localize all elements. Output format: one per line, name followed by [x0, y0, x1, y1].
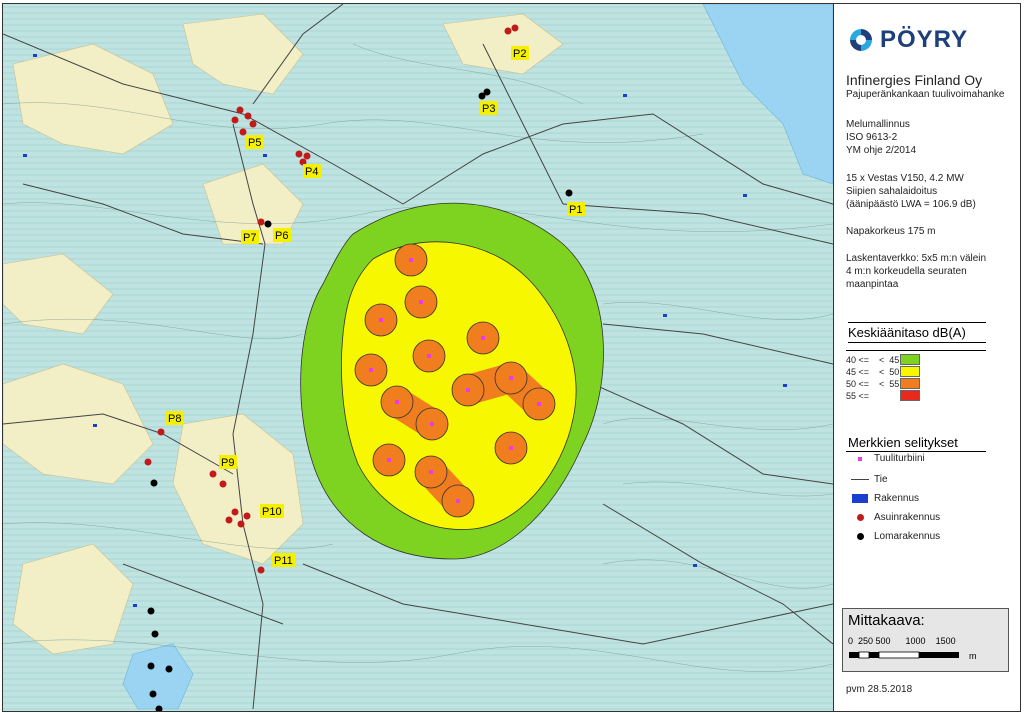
hub-height: Napakorkeus 175 m [846, 226, 936, 237]
map-date: pvm 28.5.2018 [846, 684, 913, 695]
turbine-marker [466, 388, 470, 392]
turbine-marker [395, 400, 399, 404]
legend-label: Asuinrakennus [874, 512, 941, 523]
point-label: P9 [221, 457, 234, 469]
modeling-line-1: Melumallinnus [846, 119, 910, 130]
legend-holiday-home: Lomarakennus [846, 531, 940, 542]
map-canvas: P1 P2 P3 P4 P5 P6 P7 P8 P9 P10 P11 [3, 4, 833, 711]
legend-road: Tie [846, 474, 888, 485]
company-name: Infinergies Finland Oy [846, 72, 983, 88]
turbine-icon [846, 456, 874, 461]
legend-label: Lomarakennus [874, 531, 941, 542]
level-swatch [900, 378, 920, 389]
turbine-marker [509, 376, 513, 380]
point-label: P5 [248, 137, 261, 149]
grid-line-2: 4 m:n korkeudella seuraten [846, 266, 967, 277]
legend-turbine: Tuuliturbiini [846, 453, 925, 464]
turbine-marker [509, 446, 513, 450]
levels-divider [846, 350, 986, 351]
legend-residence: Asuinrakennus [846, 512, 940, 523]
road-icon [846, 479, 874, 480]
turbine-marker [429, 470, 433, 474]
levels-heading: Keskiäänitaso dB(A) [848, 322, 986, 343]
legend-label: Tie [874, 474, 888, 485]
point-label: P6 [275, 230, 288, 242]
grid-line-1: Laskentaverkko: 5x5 m:n välein [846, 253, 987, 264]
level-range: 45 <= < 50 [846, 366, 900, 377]
point-label: P2 [513, 48, 526, 60]
legend-label: Rakennus [874, 493, 920, 504]
symbols-heading: Merkkien selitykset [848, 435, 958, 450]
residence-icon [846, 514, 874, 521]
scale-unit: m [969, 651, 977, 661]
point-label: P8 [168, 413, 181, 425]
turbine-marker [537, 402, 541, 406]
turbine-marker [419, 300, 423, 304]
turbine-line-2: Siipien sahalaidoitus [846, 186, 938, 197]
company-logo: PÖYRY [848, 26, 968, 54]
symbols-divider [846, 451, 986, 452]
scale-box: Mittakaava: 0 250 500 1000 1500 m [842, 608, 1009, 672]
scale-ticks: 0 250 500 1000 1500 [848, 636, 956, 646]
scale-title: Mittakaava: [848, 612, 925, 629]
poyry-logo-icon [850, 29, 872, 51]
building-icon [846, 494, 874, 503]
level-range: 55 <= [846, 390, 870, 401]
turbine-marker [387, 458, 391, 462]
point-label: P11 [274, 555, 293, 567]
turbine-line-1: 15 x Vestas V150, 4.2 MW [846, 173, 964, 184]
level-swatch [900, 390, 920, 401]
level-range: 40 <= < 45 [846, 354, 900, 365]
project-name: Pajuperänkankaan tuulivoimahanke [846, 89, 1005, 100]
legend-panel: PÖYRY Infinergies Finland Oy Pajuperänka… [834, 3, 1021, 712]
point-label: P10 [262, 506, 282, 518]
point-label: P4 [305, 166, 318, 178]
point-label: P3 [482, 103, 495, 115]
holiday-home-icon [846, 533, 874, 540]
level-row-40-45: 40 <= < 45 [846, 354, 920, 365]
turbine-line-3: (äänipäästö LWA = 106.9 dB) [846, 199, 976, 210]
level-row-50-55: 50 <= < 55 [846, 378, 920, 389]
level-row-45-50: 45 <= < 50 [846, 366, 920, 377]
turbine-marker [409, 258, 413, 262]
turbine-marker [456, 499, 460, 503]
level-row-55: 55 <= [846, 390, 920, 401]
turbine-marker [427, 354, 431, 358]
point-label: P1 [569, 204, 582, 216]
modeling-line-2: ISO 9613-2 [846, 132, 898, 143]
point-label: P7 [243, 232, 256, 244]
legend-building: Rakennus [846, 493, 919, 504]
turbine-marker [481, 336, 485, 340]
scale-bar [849, 651, 959, 659]
modeling-line-3: YM ohje 2/2014 [846, 145, 917, 156]
level-swatch [900, 366, 920, 377]
grid-line-3: maanpintaa [846, 279, 899, 290]
turbine-marker [369, 368, 373, 372]
level-swatch [900, 354, 920, 365]
logo-text: PÖYRY [880, 26, 969, 53]
turbine-marker [430, 422, 434, 426]
level-range: 50 <= < 55 [846, 378, 900, 389]
legend-label: Tuuliturbiini [874, 453, 925, 464]
noise-map: P1 P2 P3 P4 P5 P6 P7 P8 P9 P10 P11 [2, 3, 834, 712]
turbine-marker [379, 318, 383, 322]
